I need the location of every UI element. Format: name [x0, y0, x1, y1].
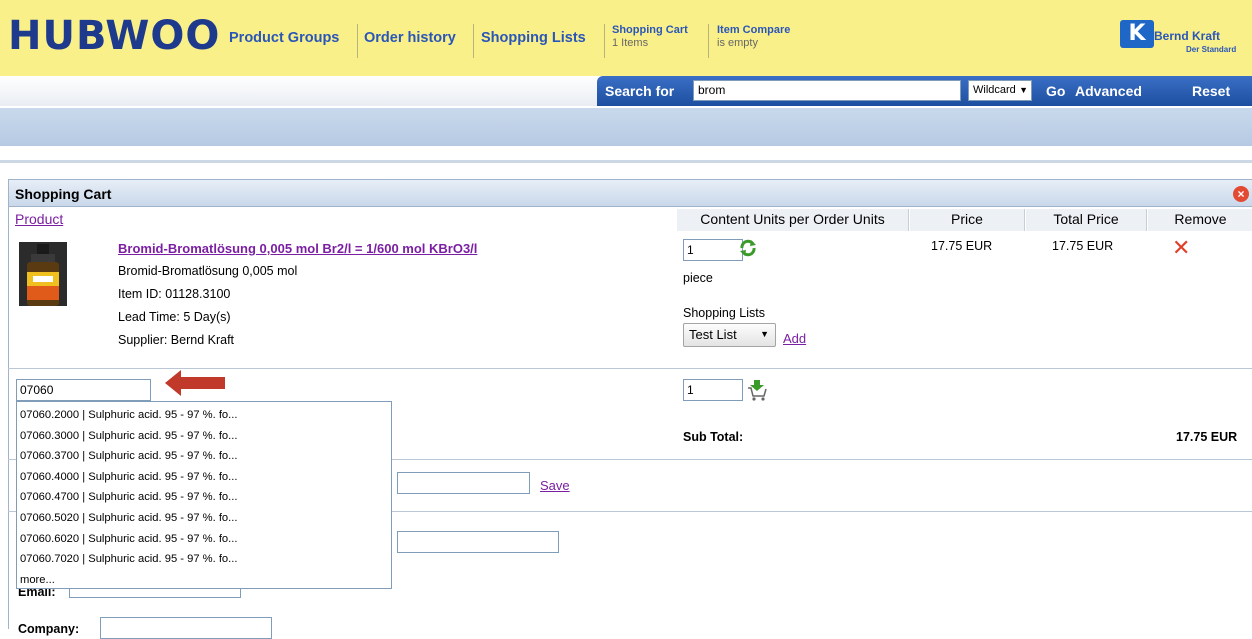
subtotal-value: 17.75 EUR	[1176, 430, 1238, 444]
column-header-total-price: Total Price	[1026, 209, 1147, 231]
nav-product-groups[interactable]: Product Groups	[229, 30, 339, 46]
search-mode-value: Wildcard	[973, 84, 1016, 96]
nav-order-history[interactable]: Order history	[364, 30, 456, 46]
suggestion-more[interactable]: more...	[17, 570, 391, 591]
product-image[interactable]	[19, 242, 67, 306]
nav-shopping-lists[interactable]: Shopping Lists	[481, 30, 586, 46]
nav-cart-count: 1 Items	[612, 37, 649, 49]
reset-search-button[interactable]: Reset	[1192, 83, 1230, 99]
shopping-list-value: Test List	[689, 327, 737, 342]
suggestion-item[interactable]: 07060.5020 | Sulphuric acid. 95 - 97 %. …	[17, 508, 391, 529]
column-header-product[interactable]: Product	[15, 211, 63, 227]
save-name-input[interactable]	[397, 472, 530, 494]
cart-header: Shopping Cart ×	[9, 179, 1252, 207]
suggestion-item[interactable]: 07060.4700 | Sulphuric acid. 95 - 97 %. …	[17, 487, 391, 508]
search-input[interactable]: brom	[693, 80, 961, 101]
bernd-kraft-logo-icon: K	[1120, 20, 1154, 48]
column-header-content-units: Content Units per Order Units	[677, 209, 909, 231]
left-arrow-icon	[165, 370, 227, 399]
company-label: Company:	[18, 622, 80, 636]
product-name-link[interactable]: Bromid-Bromatlösung 0,005 mol Br2/l = 1/…	[118, 241, 477, 256]
nav-shopping-cart[interactable]: Shopping Cart 1 Items	[612, 24, 688, 50]
divider	[0, 160, 1252, 163]
quick-add-quantity-input[interactable]: 1	[683, 379, 743, 401]
search-row: Search for brom Wildcard ▼ Go Advanced R…	[0, 76, 1252, 106]
hubwoo-logo[interactable]: HUBWOO	[8, 14, 220, 58]
suggestion-item[interactable]: 07060.7020 | Sulphuric acid. 95 - 97 %. …	[17, 549, 391, 570]
product-short-name: Bromid-Bromatlösung 0,005 mol	[118, 264, 298, 278]
shopping-lists-label: Shopping Lists	[683, 306, 766, 320]
product-lead-time: Lead Time: 5 Day(s)	[118, 310, 231, 324]
nav-divider	[708, 24, 709, 58]
column-header-price: Price	[910, 209, 1025, 231]
top-header: HUBWOO Product Groups Order history Shop…	[0, 0, 1252, 76]
item-price: 17.75 EUR	[931, 239, 993, 253]
company-field[interactable]	[100, 617, 272, 639]
row-divider	[8, 368, 1252, 369]
close-icon[interactable]: ×	[1233, 186, 1249, 202]
dropdown-arrow-icon: ▼	[760, 329, 769, 339]
nav-compare-title: Item Compare	[717, 24, 791, 36]
item-total-price: 17.75 EUR	[1052, 239, 1114, 253]
text-field[interactable]	[397, 531, 559, 553]
nav-divider	[473, 24, 474, 58]
nav-cart-title: Shopping Cart	[612, 24, 688, 36]
shopping-list-select[interactable]: Test List ▼	[683, 323, 776, 347]
nav-divider	[604, 24, 605, 58]
nav-divider	[357, 24, 358, 58]
brand-tagline: Der Standard	[1186, 45, 1237, 54]
unit-label: piece	[683, 271, 713, 285]
suggestion-item[interactable]: 07060.6020 | Sulphuric acid. 95 - 97 %. …	[17, 529, 391, 550]
nav-compare-status: is empty	[717, 37, 758, 49]
nav-item-compare[interactable]: Item Compare is empty	[717, 24, 790, 50]
search-bar: Search for brom Wildcard ▼ Go Advanced R…	[597, 76, 1252, 106]
remove-icon[interactable]: ✕	[1172, 237, 1190, 259]
dropdown-arrow-icon: ▼	[1019, 85, 1028, 95]
add-to-list-link[interactable]: Add	[783, 331, 806, 346]
suggestion-item[interactable]: 07060.4000 | Sulphuric acid. 95 - 97 %. …	[17, 467, 391, 488]
product-supplier: Supplier: Bernd Kraft	[118, 333, 235, 347]
search-go-button[interactable]: Go	[1046, 83, 1065, 99]
add-to-cart-icon[interactable]	[746, 379, 768, 401]
column-header-remove: Remove	[1148, 209, 1252, 231]
suggestion-item[interactable]: 07060.2000 | Sulphuric acid. 95 - 97 %. …	[17, 405, 391, 426]
search-label: Search for	[605, 83, 675, 99]
refresh-icon[interactable]	[739, 239, 757, 257]
cart-title: Shopping Cart	[15, 186, 112, 202]
toolbar-band	[0, 108, 1252, 146]
suggestion-item[interactable]: 07060.3700 | Sulphuric acid. 95 - 97 %. …	[17, 446, 391, 467]
search-mode-select[interactable]: Wildcard ▼	[968, 80, 1032, 101]
suggestion-item[interactable]: 07060.3000 | Sulphuric acid. 95 - 97 %. …	[17, 426, 391, 447]
save-link[interactable]: Save	[540, 478, 570, 493]
product-item-id: Item ID: 01128.3100	[118, 287, 231, 301]
advanced-search-button[interactable]: Advanced	[1075, 83, 1142, 99]
subtotal-label: Sub Total:	[683, 430, 744, 444]
brand-name: Bernd Kraft	[1154, 29, 1221, 43]
quick-add-item-input[interactable]: 07060	[16, 379, 151, 401]
quantity-input[interactable]: 1	[683, 239, 743, 261]
autocomplete-dropdown: 07060.2000 | Sulphuric acid. 95 - 97 %. …	[16, 401, 392, 589]
